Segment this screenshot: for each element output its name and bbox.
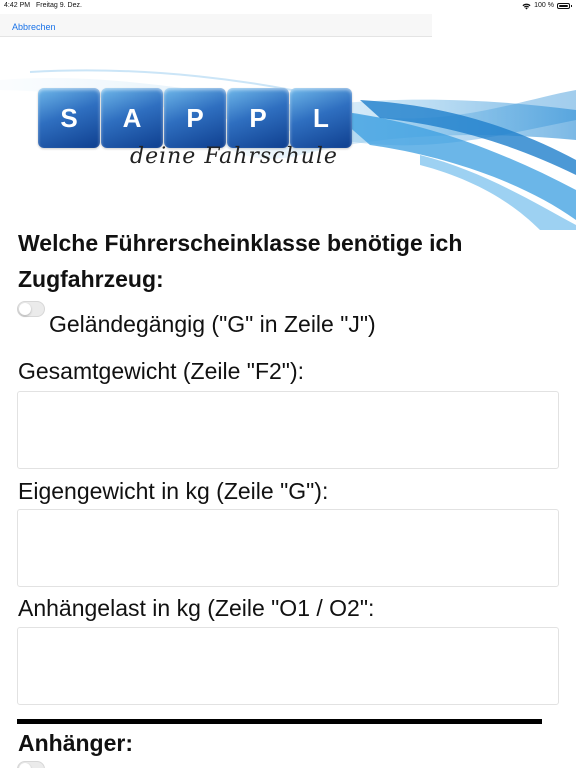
- sappl-logo: S A P P L deine Fahrschule: [38, 88, 398, 176]
- app-screen: 4:42 PM Freitag 9. Dez. 100 % Abbrechen: [0, 0, 576, 768]
- total-weight-field[interactable]: [17, 391, 559, 469]
- logo-tile-p2: P: [227, 88, 289, 148]
- logo-tile-a: A: [101, 88, 163, 148]
- logo-tile-s: S: [38, 88, 100, 148]
- offroad-toggle-label: Geländegängig ("G" in Zeile "J"): [49, 311, 376, 337]
- empty-weight-field[interactable]: [17, 509, 559, 587]
- offroad-toggle[interactable]: [17, 301, 45, 317]
- towing-load-label: Anhängelast in kg (Zeile "O1 / O2":: [18, 595, 375, 621]
- battery-icon: [557, 3, 572, 9]
- towing-load-field[interactable]: [17, 627, 559, 705]
- empty-weight-label: Eigengewicht in kg (Zeile "G"):: [18, 478, 329, 504]
- status-bar: 4:42 PM Freitag 9. Dez. 100 %: [0, 0, 576, 12]
- towing-vehicle-heading: Welche Führerscheinklasse benötige ich Z…: [18, 230, 463, 292]
- logo-tagline: deine Fahrschule: [130, 144, 338, 169]
- battery-percent: 100 %: [534, 2, 554, 9]
- status-date: Freitag 9. Dez.: [36, 2, 82, 9]
- status-time: 4:42 PM: [4, 2, 31, 9]
- logo-tile-l: L: [290, 88, 352, 148]
- logo-tile-p1: P: [164, 88, 226, 148]
- trailer-heading: Anhänger:: [18, 730, 133, 756]
- cancel-button[interactable]: Abbrechen: [12, 22, 56, 32]
- navigation-bar: Abbrechen: [0, 14, 432, 37]
- total-weight-label: Gesamtgewicht (Zeile "F2"):: [18, 358, 305, 384]
- logo-letter-tiles: S A P P L: [38, 88, 398, 148]
- status-indicators: 100 %: [522, 0, 572, 12]
- trailer-toggle[interactable]: [17, 761, 45, 768]
- section-divider: [17, 719, 542, 724]
- wifi-icon: [522, 3, 531, 9]
